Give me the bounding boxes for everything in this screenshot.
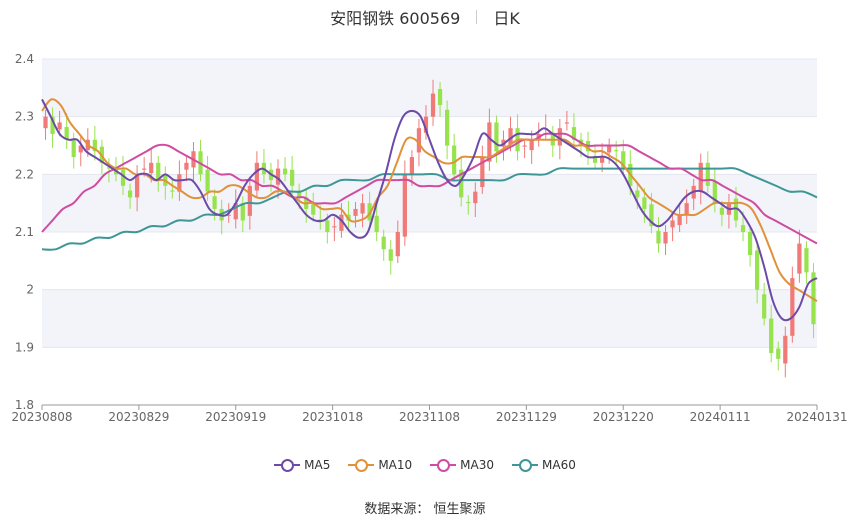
- candle-body: [522, 145, 527, 147]
- candle-body: [409, 157, 414, 175]
- candle-body: [635, 190, 640, 198]
- x-tick-label: 20230829: [108, 410, 169, 424]
- candle-body: [783, 335, 788, 364]
- candle-body: [149, 162, 154, 174]
- x-tick-label: 20231018: [302, 410, 363, 424]
- y-tick-label: 2.1: [15, 225, 34, 239]
- candle-body: [57, 122, 62, 130]
- candle-body: [127, 190, 133, 198]
- legend-label-ma10: MA10: [378, 458, 413, 472]
- candle-body: [719, 207, 724, 215]
- y-tick-label: 2.3: [15, 110, 34, 124]
- x-tick-label: 20230808: [11, 410, 72, 424]
- candle-body: [762, 294, 767, 319]
- candle-body: [395, 232, 400, 257]
- candle-body: [705, 162, 710, 186]
- candle-body: [529, 139, 534, 151]
- kline-chart: 1.81.922.12.22.32.420230808 20230829 20230…: [11, 52, 847, 424]
- candle-body: [452, 145, 457, 175]
- candle-body: [494, 122, 499, 152]
- candle-body: [564, 122, 569, 124]
- legend-label-ma5: MA5: [304, 458, 331, 472]
- y-tick-label: 1.9: [15, 340, 34, 354]
- candle-body: [388, 249, 393, 261]
- legend-swatch-ma5: [274, 458, 301, 472]
- x-tick-label: 20231108: [399, 410, 460, 424]
- candle-body: [71, 139, 76, 158]
- candle-body: [663, 232, 668, 244]
- candle-body: [769, 318, 774, 354]
- y-tick-label: 2.2: [15, 167, 34, 181]
- candle-body: [282, 168, 288, 175]
- candle-body: [374, 215, 379, 232]
- x-tick-label: 20231220: [593, 410, 654, 424]
- candle-body: [677, 214, 682, 226]
- candle-body: [684, 203, 689, 215]
- candle-body: [797, 243, 802, 274]
- legend-label-ma60: MA60: [542, 458, 576, 472]
- legend-swatch-ma30: [430, 458, 457, 472]
- x-tick-label: 20240131: [786, 410, 847, 424]
- candle-body: [353, 208, 358, 216]
- candle-body: [170, 190, 175, 192]
- candle-body: [402, 174, 407, 237]
- candle-body: [656, 230, 661, 244]
- candle-body: [600, 157, 605, 163]
- legend-label-ma30: MA30: [460, 458, 495, 472]
- candle-body: [381, 236, 386, 250]
- legend-item-ma30[interactable]: MA30: [430, 458, 494, 472]
- candle-body: [437, 88, 443, 106]
- candle-body: [43, 116, 48, 129]
- legend-swatch-ma10: [348, 458, 375, 472]
- y-tick-label: 2: [26, 283, 34, 297]
- candle-body: [698, 162, 703, 191]
- candle-body: [142, 168, 147, 170]
- candle-body: [607, 145, 612, 153]
- candle-body: [776, 348, 781, 359]
- x-tick-label: 20230919: [205, 410, 266, 424]
- legend-item-ma60[interactable]: MA60: [512, 458, 576, 472]
- candle-body: [212, 196, 217, 209]
- candle-body: [804, 248, 809, 273]
- plot-band: [42, 59, 817, 117]
- candle-body: [205, 169, 210, 192]
- candle-body: [290, 169, 295, 186]
- candle-body: [311, 204, 316, 215]
- candle-body: [332, 226, 337, 228]
- candle-body: [184, 162, 189, 170]
- x-tick-label: 20240111: [690, 410, 751, 424]
- candle-body: [254, 162, 259, 191]
- data-source: 数据来源： 恒生聚源: [364, 502, 486, 517]
- candle-body: [747, 232, 753, 256]
- candle-body: [445, 109, 450, 146]
- legend-swatch-ma60: [512, 458, 539, 472]
- candle-body: [466, 202, 471, 204]
- candle-body: [473, 191, 478, 204]
- y-tick-label: 2.4: [15, 52, 34, 66]
- x-tick-label: 20231129: [496, 410, 557, 424]
- candle-body: [740, 225, 746, 232]
- candle-body: [325, 220, 330, 232]
- candle-body: [430, 93, 436, 117]
- legend: MA5 MA10 MA30 MA60: [0, 458, 850, 472]
- legend-item-ma5[interactable]: MA5: [274, 458, 330, 472]
- legend-item-ma10[interactable]: MA10: [348, 458, 412, 472]
- candle-body: [247, 185, 252, 216]
- candle-body: [642, 197, 647, 209]
- candle-body: [360, 203, 365, 214]
- candle-body: [614, 150, 619, 152]
- plot-band: [42, 289, 817, 348]
- candle-body: [755, 250, 760, 290]
- candle-body: [670, 220, 675, 228]
